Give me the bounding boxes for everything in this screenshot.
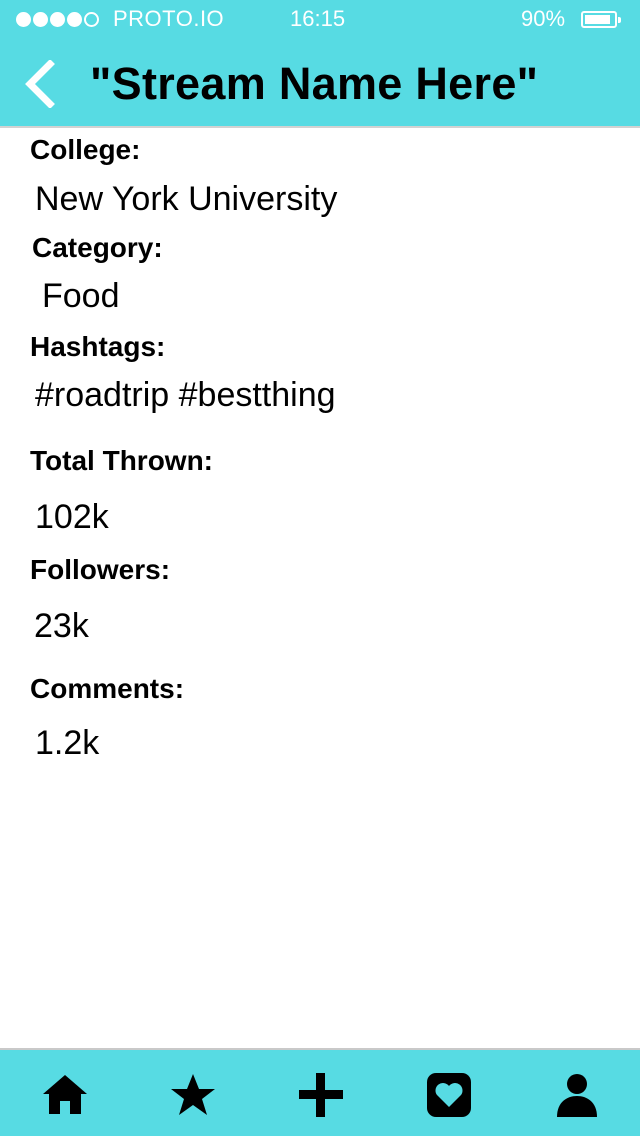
battery-percent: 90% [521,6,566,31]
hashtags-value: #roadtrip #bestthing [35,376,336,414]
star-icon [171,1074,215,1115]
college-value: New York University [35,180,338,218]
heart-box-icon [427,1073,471,1117]
followers-label: Followers: [30,554,171,585]
tab-home[interactable] [40,1070,90,1120]
college-label: College: [30,134,141,165]
signal-dot [67,12,82,27]
tab-bar [0,1048,640,1136]
signal-dot-empty [84,12,99,27]
signal-dot [50,12,65,27]
signal-strength-icon [16,12,99,27]
comments-label: Comments: [30,673,185,704]
plus-icon [299,1073,343,1117]
carrier-name: PROTO.IO [113,6,225,31]
status-bar: PROTO.IO 16:15 90% [0,0,640,40]
status-time: 16:15 [290,6,346,31]
category-label: Category: [32,232,163,263]
tab-add[interactable] [296,1070,346,1120]
category-value: Food [42,277,120,315]
profile-icon [557,1074,597,1117]
signal-dot [16,12,31,27]
hashtags-label: Hashtags: [30,331,166,362]
page-title: "Stream Name Here" [90,58,539,109]
back-button[interactable] [20,59,60,109]
tab-likes[interactable] [424,1070,474,1120]
total-thrown-value: 102k [35,498,109,536]
header: PROTO.IO 16:15 90% "Stream Name Here" [0,0,640,128]
battery-tip [618,17,621,23]
battery-icon [581,11,621,28]
tab-profile[interactable] [552,1070,602,1120]
followers-value: 23k [34,607,89,645]
chevron-left-icon [25,59,55,109]
home-icon [43,1075,87,1114]
tab-favorites[interactable] [168,1070,218,1120]
comments-value: 1.2k [35,724,100,762]
total-thrown-label: Total Thrown: [30,445,213,476]
battery-fill [585,15,611,24]
signal-dot [33,12,48,27]
